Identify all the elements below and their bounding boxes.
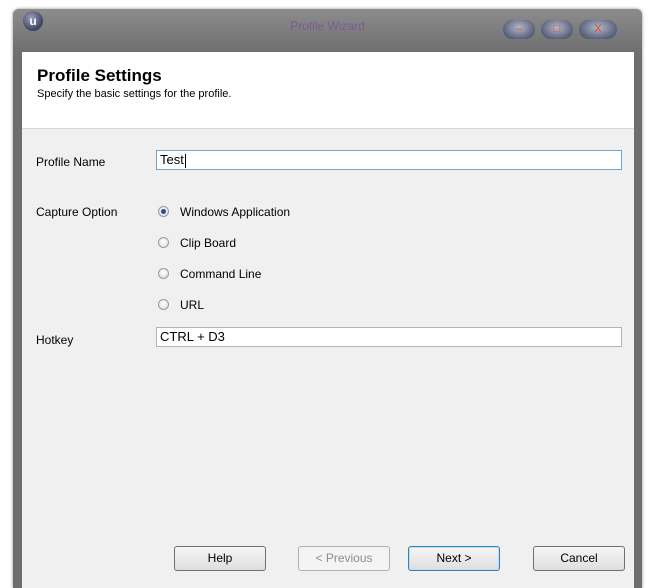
page-title: Profile Settings xyxy=(37,66,162,85)
capture-option-label: Capture Option xyxy=(36,205,118,219)
radio-button[interactable] xyxy=(158,268,169,279)
title-bar[interactable]: u Profile Wizard – □ X xyxy=(13,9,642,52)
minimize-button[interactable]: – xyxy=(503,20,535,39)
radio-button[interactable] xyxy=(158,299,169,310)
close-button[interactable]: X xyxy=(579,20,617,39)
hotkey-label: Hotkey xyxy=(36,333,74,347)
radio-label[interactable]: URL xyxy=(180,298,204,312)
text-caret xyxy=(184,153,186,168)
profile-name-value: Test xyxy=(160,152,184,167)
cancel-button[interactable]: Cancel xyxy=(533,546,625,571)
page-subtitle: Specify the basic settings for the profi… xyxy=(37,88,232,100)
maximize-button[interactable]: □ xyxy=(541,20,573,39)
help-button[interactable]: Help xyxy=(174,546,266,571)
profile-name-label: Profile Name xyxy=(36,155,106,169)
next-button[interactable]: Next > xyxy=(408,546,500,571)
hotkey-input[interactable]: CTRL + D3 xyxy=(156,327,622,347)
previous-button[interactable]: < Previous xyxy=(298,546,390,571)
wizard-header: Profile Settings Specify the basic setti… xyxy=(22,52,634,129)
radio-button-selected[interactable] xyxy=(158,206,169,217)
profile-wizard-window: u Profile Wizard – □ X Profile Settings … xyxy=(13,9,642,588)
radio-button[interactable] xyxy=(158,237,169,248)
profile-name-input[interactable]: Test xyxy=(156,150,622,170)
wizard-content: Profile Settings Specify the basic setti… xyxy=(22,52,634,588)
radio-label[interactable]: Command Line xyxy=(180,267,261,281)
radio-label[interactable]: Clip Board xyxy=(180,236,236,250)
radio-label[interactable]: Windows Application xyxy=(180,205,290,219)
hotkey-value: CTRL + D3 xyxy=(160,329,225,344)
